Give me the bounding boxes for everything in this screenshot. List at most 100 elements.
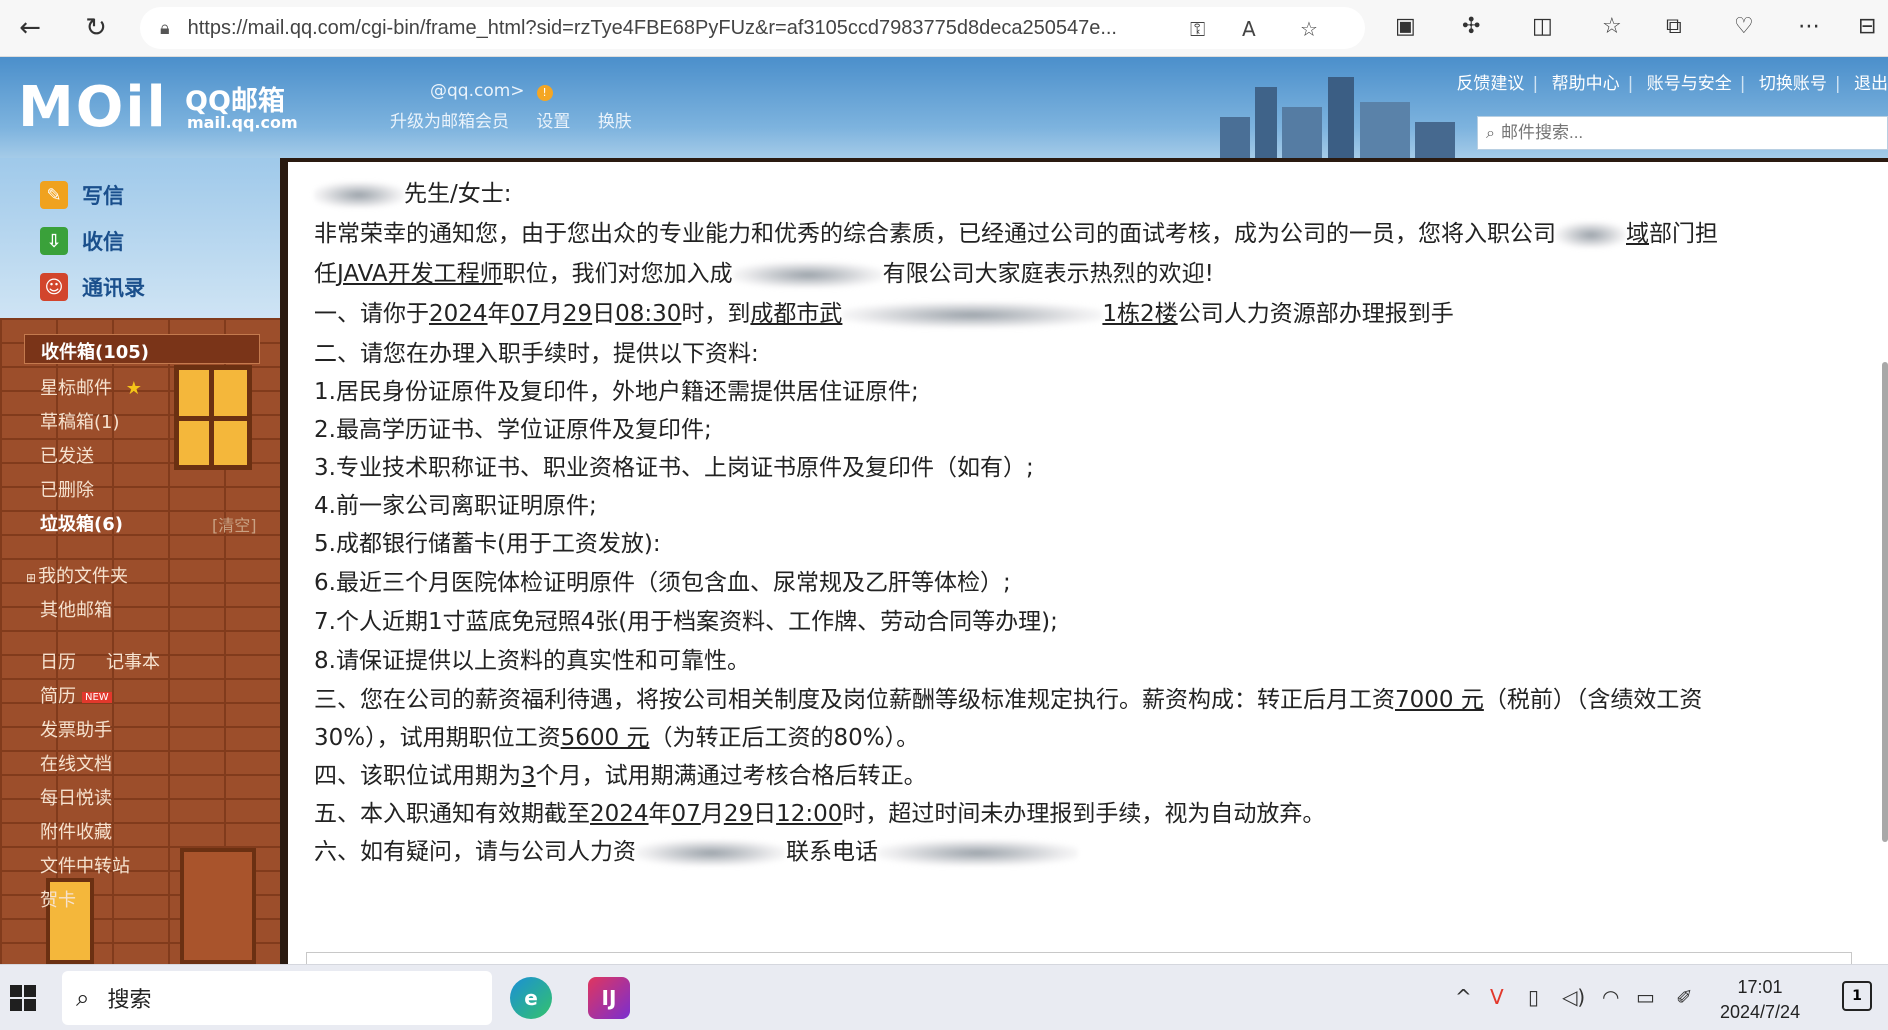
tab-actions-icon[interactable]: ▣ bbox=[1395, 14, 1416, 39]
address-bar[interactable]: 🔒︎ https://mail.qq.com/cgi-bin/frame_htm… bbox=[140, 7, 1365, 49]
mail-search-box[interactable]: ⌕ bbox=[1477, 116, 1888, 150]
invoice-helper-link[interactable]: 发票助手 bbox=[40, 716, 112, 742]
greeting-cards-link[interactable]: 贺卡 bbox=[40, 886, 76, 912]
online-docs-link[interactable]: 在线文档 bbox=[40, 750, 112, 776]
starred-label: 星标邮件 bbox=[40, 378, 112, 399]
folder-sent[interactable]: 已发送 bbox=[40, 442, 94, 468]
document-item: 1.居民身份证原件及复印件，外地户籍还需提供居住证原件; bbox=[314, 379, 919, 405]
letter-text: 三、您在公司的薪资福利待遇，将按公司相关制度及岗位薪酬等级标准规定执行。薪资构成… bbox=[314, 687, 1395, 713]
account-info: @qq.com>! bbox=[430, 81, 553, 101]
search-icon: ⌕ bbox=[1486, 123, 1495, 142]
resume-label: 简历 bbox=[40, 686, 76, 707]
volume-icon[interactable]: ◁) bbox=[1562, 985, 1585, 1009]
feedback-link[interactable]: 反馈建议 bbox=[1456, 74, 1524, 94]
qq-mail-logo[interactable]: MOil bbox=[18, 75, 168, 140]
document-item: 5.成都银行储蓄卡(用于工资发放): bbox=[314, 531, 661, 557]
antivirus-tray-icon[interactable]: V bbox=[1490, 985, 1504, 1009]
edge-browser-icon[interactable]: e bbox=[510, 977, 552, 1019]
settings-link[interactable]: 设置 bbox=[536, 112, 570, 132]
file-transfer-link[interactable]: 文件中转站 bbox=[40, 852, 130, 878]
other-mailbox-link[interactable]: 其他邮箱 bbox=[40, 596, 112, 622]
compose-icon: ✎ bbox=[40, 181, 68, 209]
letter-text: 一、请你于 bbox=[314, 301, 429, 327]
alert-icon[interactable]: ! bbox=[536, 85, 553, 101]
calendar-link[interactable]: 日历 bbox=[40, 648, 76, 674]
account-security-link[interactable]: 账号与安全 bbox=[1647, 74, 1732, 94]
clock-time: 17:01 bbox=[1737, 977, 1783, 997]
redacted-name bbox=[314, 181, 404, 208]
account-email[interactable]: @qq.com> bbox=[430, 81, 525, 101]
letter-line: 一、请你于2024年07月29日08:30时，到成都市武 1栋2楼公司人力资源部办… bbox=[314, 294, 1454, 328]
letter-text: 月 bbox=[700, 801, 724, 827]
chevron-up-icon[interactable]: ^ bbox=[1455, 985, 1472, 1009]
clock-date: 2024/7/24 bbox=[1720, 1002, 1801, 1022]
valid-day: 29 bbox=[723, 801, 754, 827]
upgrade-vip-link[interactable]: 升级为邮箱会员 bbox=[390, 112, 509, 132]
notes-link[interactable]: 记事本 bbox=[106, 648, 160, 674]
my-folders-toggle[interactable]: ⊞ 我的文件夹 bbox=[26, 562, 128, 588]
report-time: 08:30 bbox=[615, 301, 682, 327]
salary-line: 三、您在公司的薪资福利待遇，将按公司相关制度及岗位薪酬等级标准规定执行。薪资构成… bbox=[314, 680, 1702, 714]
contacts-button[interactable]: ☺ 通讯录 bbox=[40, 272, 145, 302]
key-icon[interactable]: ⚿ bbox=[1190, 17, 1205, 41]
document-item: 7.个人近期1寸蓝底免冠照4张(用于档案资料、工作牌、劳动合同等办理); bbox=[314, 609, 1058, 635]
usb-icon[interactable]: ▯ bbox=[1528, 985, 1539, 1009]
more-menu-icon[interactable]: ⋯ bbox=[1798, 14, 1820, 39]
my-folders-label: 我的文件夹 bbox=[38, 566, 129, 587]
document-item: 6.最近三个月医院体检证明原件（须包含血、尿常规及乙肝等体检）; bbox=[314, 570, 1011, 596]
url-text[interactable]: https://mail.qq.com/cgi-bin/frame_html?s… bbox=[188, 17, 1168, 40]
redacted-text bbox=[1556, 221, 1626, 248]
split-screen-icon[interactable]: ◫ bbox=[1532, 14, 1553, 39]
valid-time: 12:00 bbox=[776, 801, 843, 827]
wifi-icon[interactable]: ◠ bbox=[1602, 985, 1619, 1009]
favorites-icon[interactable]: ☆ bbox=[1602, 14, 1622, 39]
clear-spam-link[interactable]: [清空] bbox=[212, 512, 257, 536]
daily-reading-link[interactable]: 每日悦读 bbox=[40, 784, 112, 810]
star-icon: ★ bbox=[125, 378, 142, 399]
help-center-link[interactable]: 帮助中心 bbox=[1552, 74, 1620, 94]
lock-icon[interactable]: 🔒︎ bbox=[160, 18, 170, 39]
letter-text: 联系电话 bbox=[786, 839, 878, 865]
logout-link[interactable]: 退出 bbox=[1854, 74, 1888, 94]
switch-account-link[interactable]: 切换账号 bbox=[1759, 74, 1827, 94]
browser-essentials-icon[interactable]: ♡ bbox=[1734, 14, 1754, 39]
folder-drafts[interactable]: 草稿箱(1) bbox=[40, 408, 120, 434]
door-illustration bbox=[180, 848, 256, 964]
favorite-star-icon[interactable]: ☆ bbox=[1300, 17, 1318, 41]
salutation-line: 先生/女士: bbox=[314, 174, 512, 208]
folder-starred[interactable]: 星标邮件 ★ bbox=[40, 374, 142, 400]
folder-inbox[interactable]: 收件箱(105) bbox=[24, 334, 260, 364]
windows-start-icon[interactable] bbox=[10, 985, 36, 1011]
receive-button[interactable]: ⇩ 收信 bbox=[40, 226, 124, 256]
report-day: 29 bbox=[562, 301, 593, 327]
letter-text: （税前）（含绩效工资 bbox=[1483, 687, 1703, 713]
taskbar-search[interactable]: ⌕ 搜索 bbox=[62, 971, 492, 1025]
new-badge: NEW bbox=[82, 691, 112, 703]
extensions-icon[interactable]: ✣ bbox=[1462, 14, 1480, 39]
salary-line: 30%），试用期职位工资5600 元（为转正后工资的80%）。 bbox=[314, 718, 919, 752]
back-arrow-icon[interactable]: ← bbox=[12, 10, 48, 46]
compose-button[interactable]: ✎ 写信 bbox=[40, 180, 124, 210]
pen-icon[interactable]: ✐ bbox=[1676, 985, 1693, 1009]
intellij-idea-icon[interactable]: IJ bbox=[588, 977, 630, 1019]
top-links: 反馈建议 | 帮助中心 | 账号与安全 | 切换账号 | 退出 bbox=[1456, 74, 1888, 94]
change-skin-link[interactable]: 换肤 bbox=[598, 112, 632, 132]
report-floor: 1栋2楼 bbox=[1102, 301, 1178, 327]
notification-icon[interactable]: 1 bbox=[1842, 981, 1872, 1011]
collections-icon[interactable]: ⧉ bbox=[1666, 14, 1682, 39]
system-clock[interactable]: 17:01 2024/7/24 bbox=[1720, 977, 1800, 1023]
resume-link[interactable]: 简历 NEW bbox=[40, 682, 112, 708]
refresh-icon[interactable]: ↻ bbox=[78, 10, 114, 46]
attachment-favorites-link[interactable]: 附件收藏 bbox=[40, 818, 112, 844]
contacts-label: 通讯录 bbox=[82, 276, 145, 300]
content-scrollbar[interactable] bbox=[1882, 362, 1888, 842]
read-aloud-icon[interactable]: A bbox=[1242, 17, 1256, 41]
letter-text: 年 bbox=[487, 301, 511, 327]
battery-icon[interactable]: ▭ bbox=[1636, 985, 1655, 1009]
folder-deleted[interactable]: 已删除 bbox=[40, 476, 94, 502]
browser-toolbar: ← ↻ 🔒︎ https://mail.qq.com/cgi-bin/frame… bbox=[0, 0, 1888, 57]
probation-salary: 5600 元 bbox=[560, 725, 650, 751]
mail-search-input[interactable] bbox=[1500, 123, 1841, 143]
sidebar-toggle-icon[interactable]: ⊟ bbox=[1858, 14, 1876, 39]
folder-spam[interactable]: 垃圾箱(6) bbox=[40, 510, 123, 536]
